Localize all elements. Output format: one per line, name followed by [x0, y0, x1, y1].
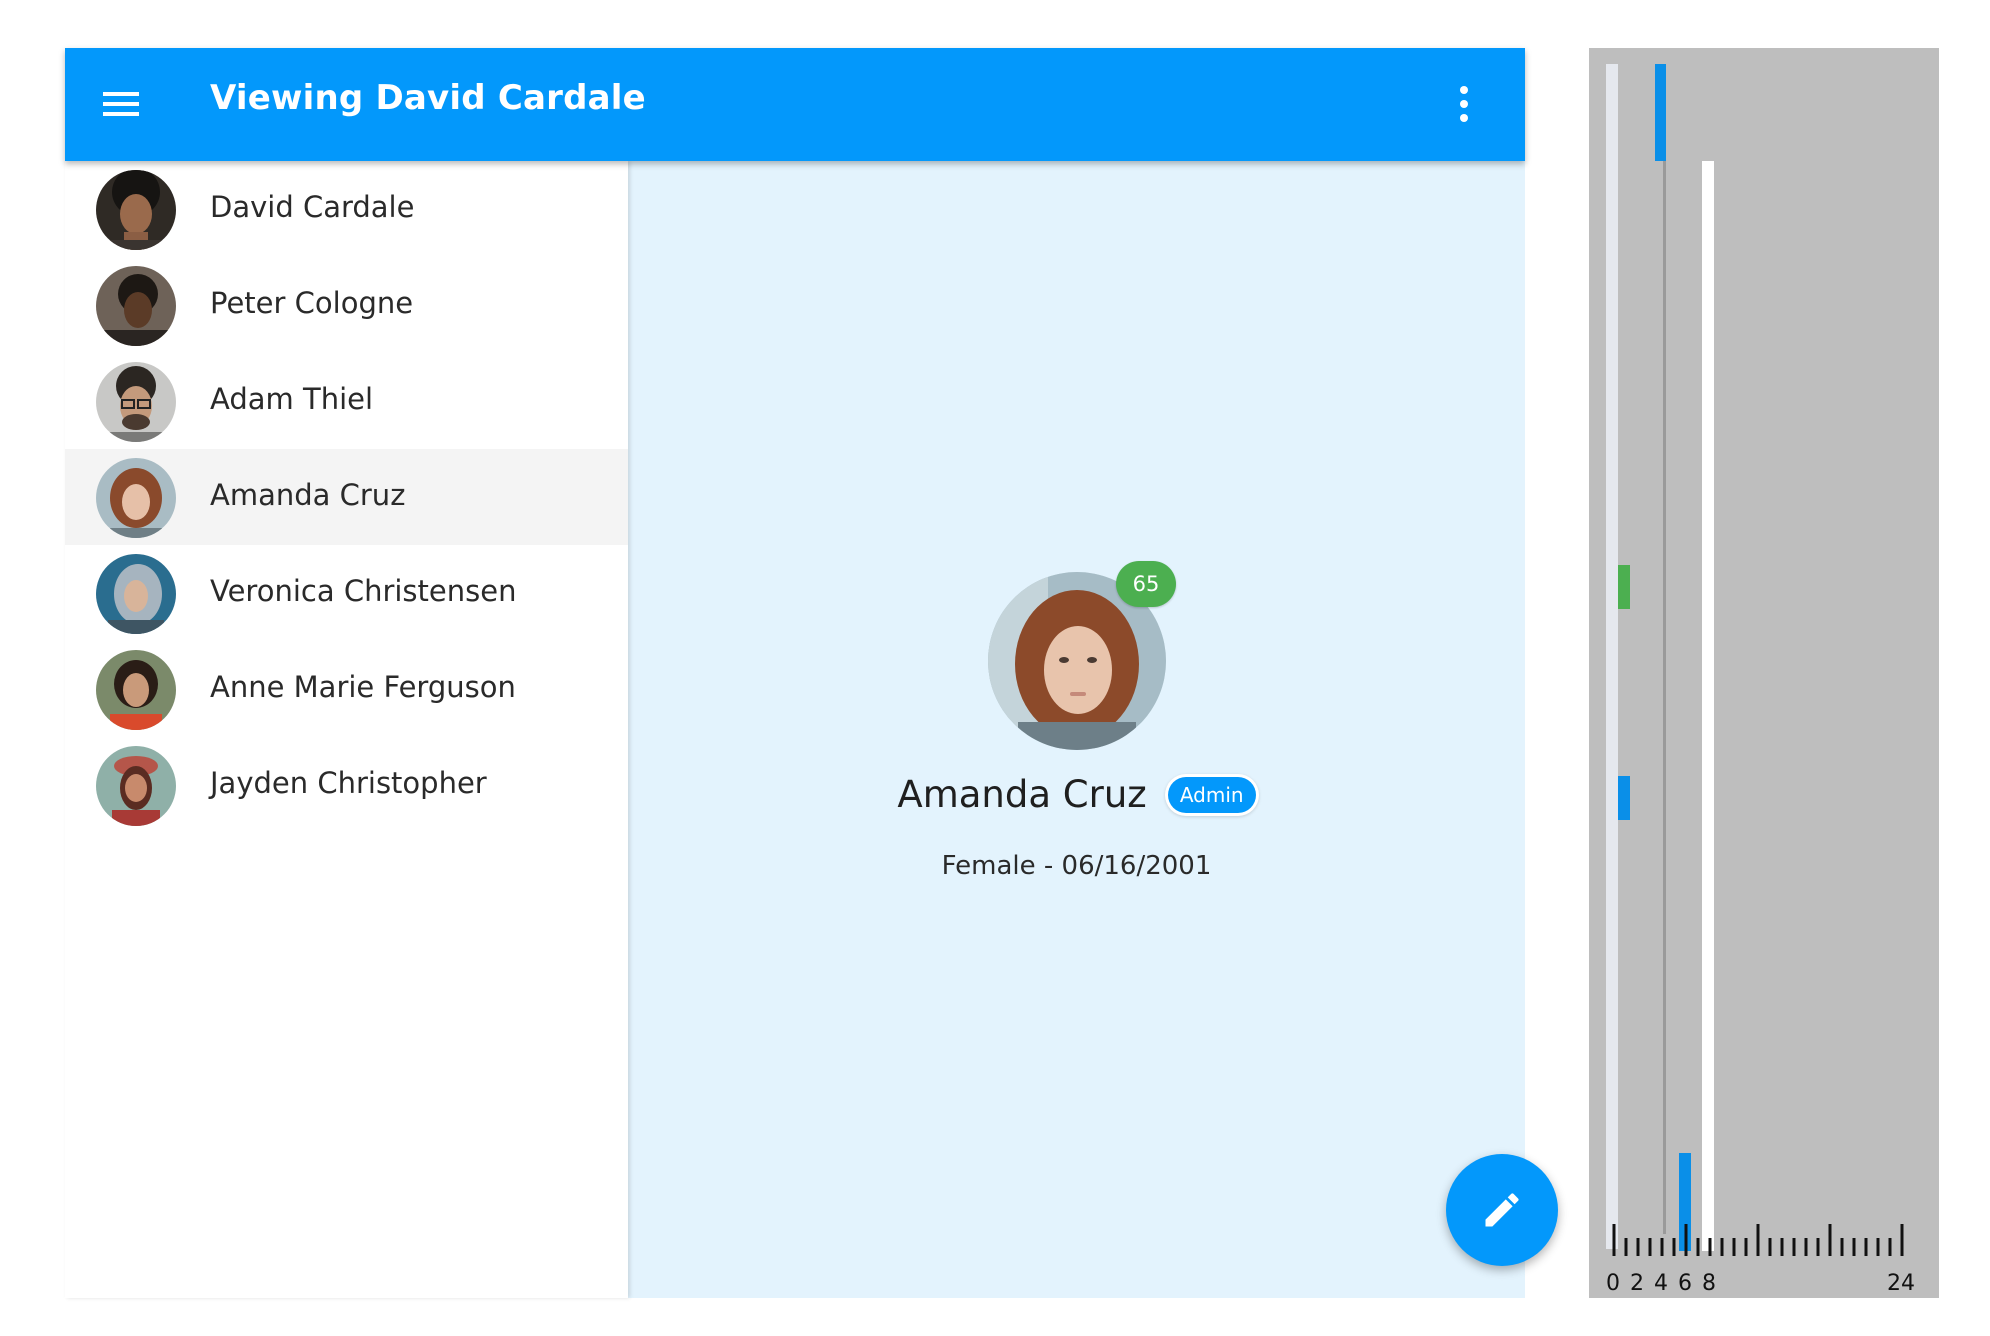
list-item-amanda-cruz[interactable]: Amanda Cruz	[65, 449, 628, 545]
minimap-blue-marker	[1618, 776, 1630, 820]
edit-pencil-icon	[1485, 1193, 1519, 1227]
list-item-label: Peter Cologne	[210, 286, 414, 320]
list-item-david-cardale[interactable]: David Cardale	[65, 161, 628, 257]
scroll-minimap[interactable]: 0 2 4 6 8 24	[1589, 48, 1939, 1298]
ruler-tick-label: 6	[1678, 1271, 1692, 1296]
hamburger-menu-icon[interactable]	[101, 84, 141, 124]
list-item-label: Veronica Christensen	[210, 574, 517, 608]
profile-name-row: Amanda Cruz Admin	[628, 773, 1525, 823]
ruler-tick-label: 8	[1702, 1271, 1716, 1296]
list-item-adam-thiel[interactable]: Adam Thiel	[65, 353, 628, 449]
ruler-tick-label: 4	[1654, 1271, 1668, 1296]
people-list: David Cardale Peter Cologne Adam Thiel A…	[65, 161, 628, 1298]
list-item-label: Jayden Christopher	[210, 766, 487, 800]
list-item-jayden-christopher[interactable]: Jayden Christopher	[65, 737, 628, 833]
minimap-viewport-marker[interactable]	[1655, 64, 1666, 161]
avatar	[96, 554, 176, 634]
minimap-divider	[1663, 161, 1666, 1234]
profile-detail-panel: 65 Amanda Cruz Admin Female - 06/16/2001	[628, 161, 1558, 1298]
list-item-label: Anne Marie Ferguson	[210, 670, 516, 704]
menu-line	[103, 102, 139, 106]
menu-line	[103, 92, 139, 96]
dot	[1460, 114, 1468, 122]
score-badge: 65	[1116, 561, 1176, 607]
ruler-tick-label: 24	[1887, 1271, 1915, 1296]
minimap-green-marker	[1618, 565, 1630, 609]
list-item-label: David Cardale	[210, 190, 415, 224]
list-item-label: Amanda Cruz	[210, 478, 406, 512]
more-vert-icon[interactable]	[1457, 84, 1471, 126]
profile-name: Amanda Cruz	[897, 773, 1147, 816]
ruler-tick-label: 0	[1606, 1271, 1620, 1296]
avatar	[96, 746, 176, 826]
app-bar: Viewing David Cardale	[65, 48, 1525, 161]
app-window: Viewing David Cardale David Cardale Pete…	[65, 48, 1558, 1298]
list-item-veronica-christensen[interactable]: Veronica Christensen	[65, 545, 628, 641]
profile-details: Female - 06/16/2001	[941, 851, 1212, 881]
avatar	[96, 170, 176, 250]
minimap-ruler: 0 2 4 6 8 24	[1606, 1224, 1915, 1296]
avatar	[96, 362, 176, 442]
avatar	[96, 266, 176, 346]
avatar	[96, 458, 176, 538]
role-badge: Admin	[1167, 776, 1256, 813]
dot	[1460, 86, 1468, 94]
ruler-tick-label: 2	[1630, 1271, 1644, 1296]
list-item-peter-cologne[interactable]: Peter Cologne	[65, 257, 628, 353]
list-item-label: Adam Thiel	[210, 382, 374, 416]
list-item-anne-marie-ferguson[interactable]: Anne Marie Ferguson	[65, 641, 628, 737]
minimap-track	[1606, 64, 1618, 1249]
dot	[1460, 100, 1468, 108]
menu-line	[103, 112, 139, 116]
avatar	[96, 650, 176, 730]
edit-button[interactable]	[1446, 1154, 1558, 1266]
page-title: Viewing David Cardale	[210, 78, 646, 118]
minimap-content-bar	[1702, 161, 1714, 1251]
